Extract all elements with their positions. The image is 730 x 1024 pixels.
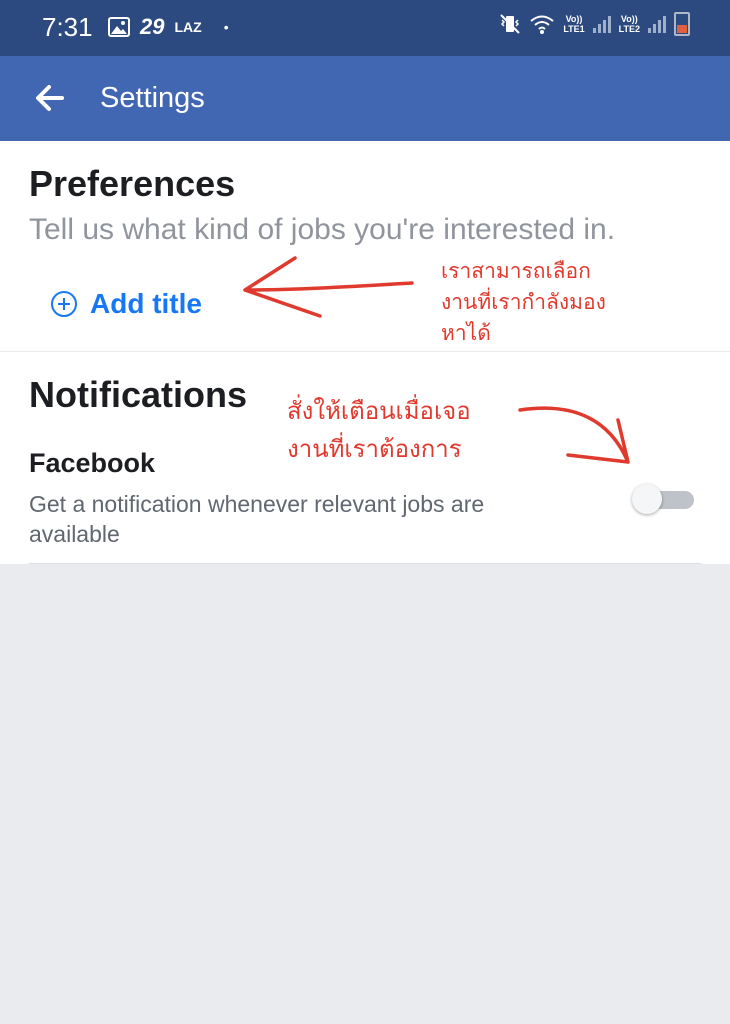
preferences-annotation: เราสามารถเลือก งานที่เรากำลังมอง หาได้ [441, 256, 606, 349]
annotation-line: สั่งให้เตือนเมื่อเจอ [287, 397, 471, 425]
annotation-line: งานที่เรากำลังมอง [441, 290, 606, 314]
annotation-line: หาได้ [441, 321, 491, 345]
notifications-annotation: สั่งให้เตือนเมื่อเจอ งานที่เราต้องการ [287, 392, 471, 468]
annotation-line: งานที่เราต้องการ [287, 435, 462, 463]
annotation-line: เราสามารถเลือก [441, 259, 591, 283]
preferences-arrow [243, 256, 414, 318]
annotation-arrows [243, 256, 630, 464]
notifications-arrow [518, 406, 630, 464]
